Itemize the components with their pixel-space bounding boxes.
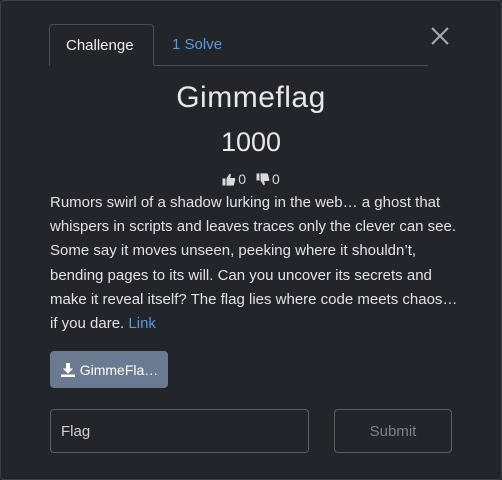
- submit-button[interactable]: Submit: [334, 409, 452, 453]
- file-label: GimmeFla…: [79, 361, 159, 378]
- thumbs-down-icon: [256, 172, 270, 186]
- dislike-button[interactable]: 0: [256, 171, 280, 187]
- flag-input[interactable]: [50, 409, 309, 453]
- vote-row: 0 0: [1, 171, 501, 189]
- tab-solves[interactable]: 1 Solve: [156, 24, 238, 65]
- challenge-modal: Challenge 1 Solve Gimmeflag 1000 0 0 Rum…: [0, 0, 502, 480]
- challenge-name: Gimmeflag: [176, 81, 326, 114]
- download-icon: [60, 362, 76, 378]
- tab-challenge[interactable]: Challenge: [49, 24, 154, 66]
- challenge-tabs: Challenge 1 Solve: [49, 24, 428, 66]
- thumbs-up-icon: [222, 173, 236, 186]
- close-icon[interactable]: [429, 25, 451, 47]
- like-count: 0: [238, 171, 247, 187]
- description-link[interactable]: Link: [128, 315, 156, 332]
- challenge-value: 1000: [220, 127, 282, 157]
- description-text: Rumors swirl of a shadow lurking in the …: [50, 194, 458, 333]
- like-button[interactable]: 0: [222, 171, 246, 187]
- download-file-button[interactable]: GimmeFla…: [50, 351, 168, 388]
- dislike-count: 0: [271, 171, 280, 187]
- challenge-description: Rumors swirl of a shadow lurking in the …: [50, 191, 460, 336]
